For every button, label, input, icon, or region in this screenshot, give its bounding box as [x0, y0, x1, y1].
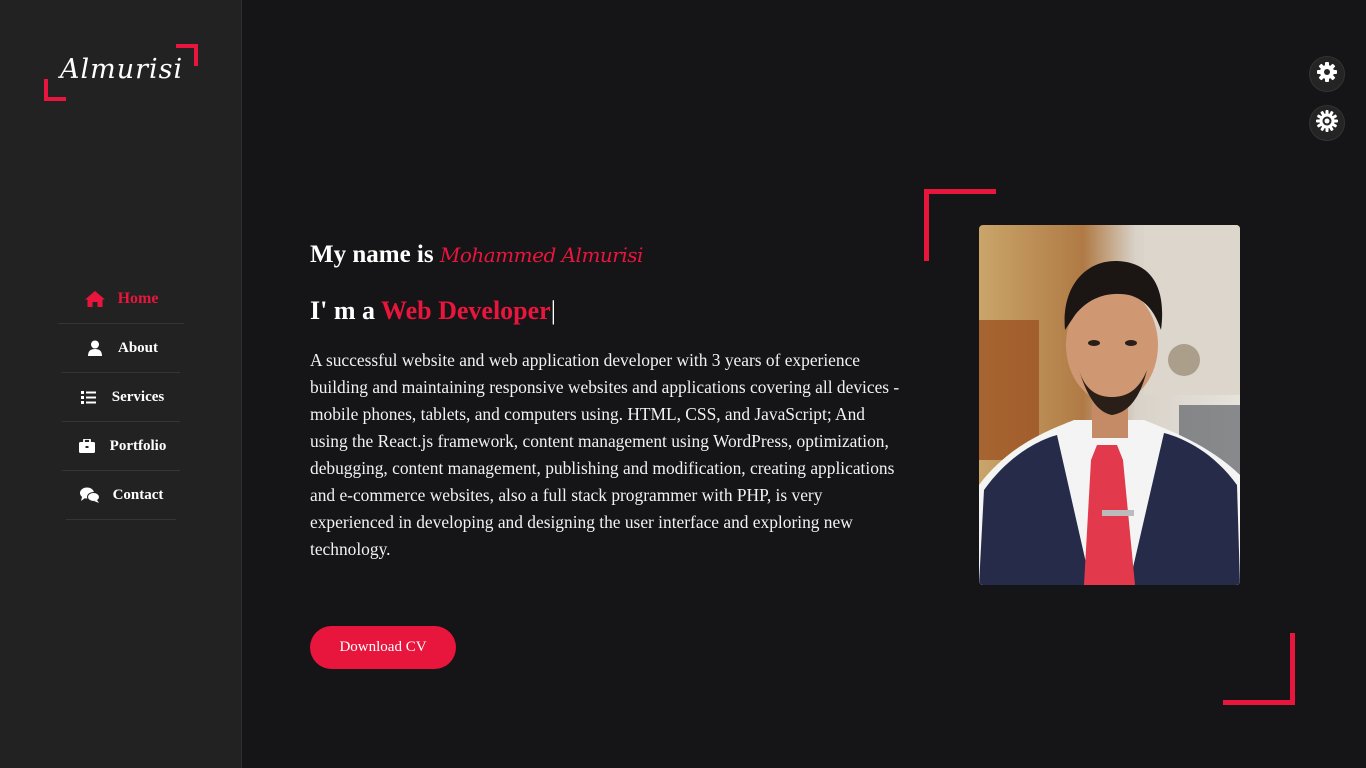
nav-item-home[interactable]: Home — [58, 275, 184, 324]
user-icon — [84, 339, 106, 357]
nav-item-contact-label: Contact — [112, 486, 164, 503]
hero-greeting: My name is Mohammed Almurisi — [310, 241, 643, 269]
hero-name: Mohammed Almurisi — [439, 243, 644, 267]
nav-item-about-label: About — [117, 339, 158, 356]
nav-item-home-label: Home — [117, 290, 159, 307]
gear-icon — [1317, 61, 1337, 87]
nav-item-about[interactable]: About — [62, 324, 180, 373]
nav-item-contact[interactable]: Contact — [66, 471, 176, 520]
hero-bio: A successful website and web application… — [310, 350, 900, 559]
home-icon — [84, 290, 106, 308]
role-prefix: I' m a — [310, 296, 375, 325]
greeting-prefix: My name is — [310, 241, 434, 268]
logo-text: Almurisi — [60, 54, 184, 85]
sun-gear-icon — [1316, 109, 1338, 137]
hero-role: I' m a Web Developer| — [310, 296, 556, 326]
role-title: Web Developer — [381, 296, 551, 325]
nav-item-services-label: Services — [111, 388, 165, 405]
typing-cursor: | — [550, 296, 556, 325]
briefcase-icon — [76, 437, 98, 455]
profile-photo — [979, 225, 1240, 585]
chat-bubbles-icon — [79, 486, 101, 504]
sidebar: Almurisi Home About Services Portfolio C… — [0, 0, 242, 768]
logo[interactable]: Almurisi — [44, 44, 198, 101]
settings-button[interactable] — [1309, 56, 1345, 92]
nav-item-portfolio[interactable]: Portfolio — [62, 422, 180, 471]
main-nav: Home About Services Portfolio Contact — [58, 275, 184, 520]
nav-item-portfolio-label: Portfolio — [109, 437, 167, 454]
download-cv-button[interactable]: Download CV — [310, 626, 456, 669]
nav-item-services[interactable]: Services — [62, 373, 180, 422]
theme-toggle-button[interactable] — [1309, 105, 1345, 141]
list-icon — [78, 388, 100, 406]
photo-frame-bottom-right — [1223, 633, 1295, 705]
